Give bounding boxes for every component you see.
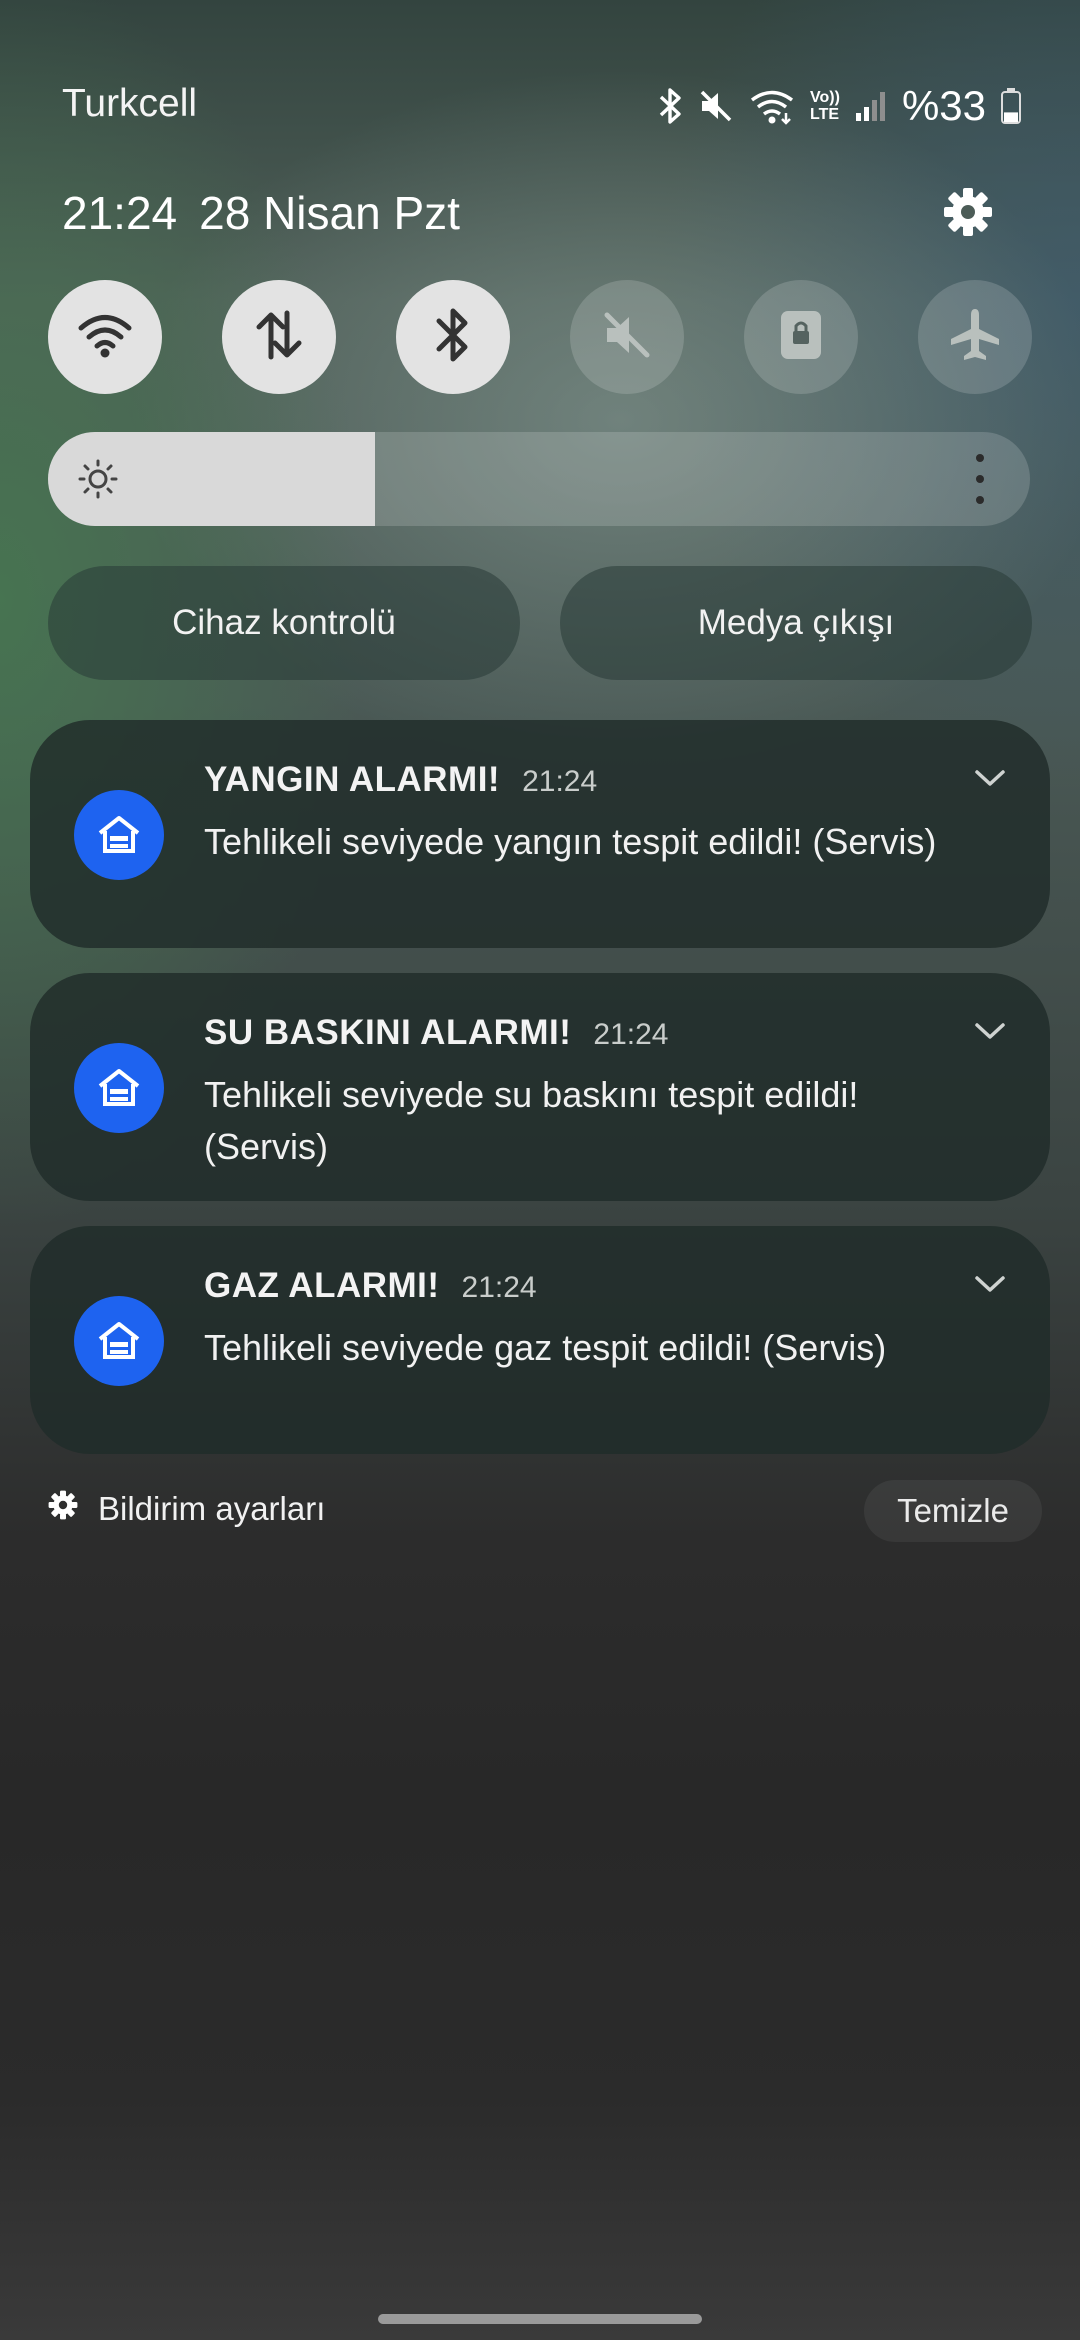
- carrier-name: Turkcell: [62, 82, 198, 125]
- date-label: 28 Nisan Pzt: [199, 187, 460, 239]
- brightness-slider[interactable]: [48, 432, 1030, 526]
- lte-label: LTE: [810, 106, 840, 123]
- rotation-lock-toggle[interactable]: [744, 280, 858, 394]
- data-transfer-icon: [251, 307, 307, 368]
- volte-lte-icon: Vo)) LTE: [810, 89, 840, 123]
- notification-header: GAZ ALARMI! 21:24: [204, 1266, 537, 1306]
- airplane-icon: [945, 305, 1005, 370]
- notification-card[interactable]: YANGIN ALARMI! 21:24 Tehlikeli seviyede ya…: [30, 720, 1050, 948]
- notification-body: Tehlikeli seviyede su baskını tespit edi…: [204, 1074, 859, 1167]
- bluetooth-icon: [433, 305, 473, 370]
- chevron-down-icon[interactable]: [974, 1021, 1006, 1041]
- gear-icon: [48, 1490, 78, 1528]
- notification-time: 21:24: [522, 765, 598, 798]
- bluetooth-icon: [658, 87, 684, 125]
- status-bar: Turkcell Vo)) LTE %33: [0, 0, 1080, 150]
- notification-body: Tehlikeli seviyede yangın tespit edildi!…: [204, 821, 937, 862]
- device-control-button[interactable]: Cihaz kontrolü: [48, 566, 520, 680]
- notification-settings-label: Bildirim ayarları: [98, 1490, 326, 1527]
- notification-time: 21:24: [593, 1018, 669, 1051]
- home-alarm-app-icon: [74, 1296, 164, 1386]
- wifi-toggle[interactable]: [48, 280, 162, 394]
- signal-icon: [854, 89, 888, 123]
- battery-icon: [1000, 87, 1022, 125]
- notification-title: YANGIN ALARMI!: [204, 760, 501, 799]
- battery-percentage: %33: [901, 82, 986, 129]
- home-alarm-app-icon: [74, 1043, 164, 1133]
- mobile-data-toggle[interactable]: [222, 280, 336, 394]
- notification-card[interactable]: GAZ ALARMI! 21:24 Tehlikeli seviyede gaz t…: [30, 1226, 1050, 1454]
- notification-body: Tehlikeli seviyede gaz tespit edildi! (S…: [204, 1327, 887, 1368]
- sound-toggle[interactable]: [570, 280, 684, 394]
- notification-title: GAZ ALARMI!: [204, 1266, 440, 1305]
- status-icons: Vo)) LTE %33: [658, 82, 1022, 129]
- chevron-down-icon[interactable]: [974, 768, 1006, 788]
- gear-icon: [943, 187, 993, 242]
- airplane-mode-toggle[interactable]: [918, 280, 1032, 394]
- wifi-icon: [748, 87, 796, 125]
- notification-title: SU BASKINI ALARMI!: [204, 1013, 572, 1052]
- bluetooth-toggle[interactable]: [396, 280, 510, 394]
- more-options-icon[interactable]: [970, 454, 990, 504]
- home-indicator[interactable]: [378, 2314, 702, 2324]
- settings-button[interactable]: [936, 182, 1000, 246]
- notification-header: YANGIN ALARMI! 21:24: [204, 760, 597, 800]
- clock-time: 21:24: [62, 187, 178, 239]
- wifi-icon: [77, 311, 133, 364]
- sun-icon: [78, 459, 118, 504]
- quick-settings-row: [48, 280, 1032, 394]
- chevron-down-icon[interactable]: [974, 1274, 1006, 1294]
- lock-icon: [777, 307, 825, 368]
- volte-label: Vo)): [810, 89, 840, 106]
- media-output-button[interactable]: Medya çıkışı: [560, 566, 1032, 680]
- notification-settings-link[interactable]: Bildirim ayarları: [48, 1490, 325, 1528]
- home-alarm-app-icon: [74, 790, 164, 880]
- clock-row: 21:24 28 Nisan Pzt: [62, 186, 460, 240]
- clear-all-button[interactable]: Temizle: [864, 1480, 1042, 1542]
- notification-time: 21:24: [461, 1271, 537, 1304]
- notification-header: SU BASKINI ALARMI! 21:24: [204, 1013, 669, 1053]
- mute-icon: [698, 88, 734, 124]
- notification-card[interactable]: SU BASKINI ALARMI! 21:24 Tehlikeli seviyed…: [30, 973, 1050, 1201]
- mute-icon: [599, 307, 655, 368]
